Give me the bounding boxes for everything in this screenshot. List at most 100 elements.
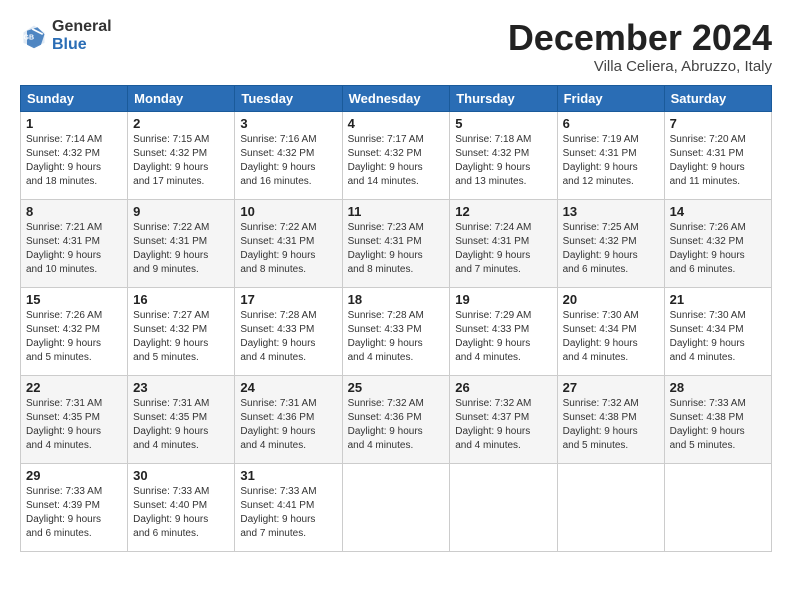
table-row: 7 Sunrise: 7:20 AMSunset: 4:31 PMDayligh… <box>664 111 771 199</box>
day-number: 23 <box>133 380 229 395</box>
calendar-week-row: 15 Sunrise: 7:26 AMSunset: 4:32 PMDaylig… <box>21 287 772 375</box>
day-number: 3 <box>240 116 336 131</box>
table-row: 13 Sunrise: 7:25 AMSunset: 4:32 PMDaylig… <box>557 199 664 287</box>
day-number: 26 <box>455 380 551 395</box>
day-number: 27 <box>563 380 659 395</box>
day-number: 30 <box>133 468 229 483</box>
table-row: 4 Sunrise: 7:17 AMSunset: 4:32 PMDayligh… <box>342 111 450 199</box>
day-info: Sunrise: 7:26 AMSunset: 4:32 PMDaylight:… <box>670 222 746 275</box>
day-info: Sunrise: 7:31 AMSunset: 4:35 PMDaylight:… <box>133 398 209 451</box>
day-info: Sunrise: 7:20 AMSunset: 4:31 PMDaylight:… <box>670 134 746 187</box>
day-info: Sunrise: 7:32 AMSunset: 4:37 PMDaylight:… <box>455 398 531 451</box>
table-row: 9 Sunrise: 7:22 AMSunset: 4:31 PMDayligh… <box>128 199 235 287</box>
table-row: 11 Sunrise: 7:23 AMSunset: 4:31 PMDaylig… <box>342 199 450 287</box>
day-number: 13 <box>563 204 659 219</box>
calendar-week-row: 1 Sunrise: 7:14 AMSunset: 4:32 PMDayligh… <box>21 111 772 199</box>
day-info: Sunrise: 7:33 AMSunset: 4:41 PMDaylight:… <box>240 486 316 539</box>
svg-text:GB: GB <box>24 34 35 41</box>
day-info: Sunrise: 7:17 AMSunset: 4:32 PMDaylight:… <box>348 134 424 187</box>
logo-text: General Blue <box>52 18 112 53</box>
day-info: Sunrise: 7:24 AMSunset: 4:31 PMDaylight:… <box>455 222 531 275</box>
header-saturday: Saturday <box>664 85 771 111</box>
day-number: 10 <box>240 204 336 219</box>
day-info: Sunrise: 7:31 AMSunset: 4:35 PMDaylight:… <box>26 398 102 451</box>
logo-blue-text: Blue <box>52 36 112 54</box>
table-row <box>557 463 664 551</box>
day-number: 14 <box>670 204 766 219</box>
table-row: 27 Sunrise: 7:32 AMSunset: 4:38 PMDaylig… <box>557 375 664 463</box>
day-info: Sunrise: 7:33 AMSunset: 4:40 PMDaylight:… <box>133 486 209 539</box>
day-info: Sunrise: 7:22 AMSunset: 4:31 PMDaylight:… <box>240 222 316 275</box>
table-row: 10 Sunrise: 7:22 AMSunset: 4:31 PMDaylig… <box>235 199 342 287</box>
table-row: 26 Sunrise: 7:32 AMSunset: 4:37 PMDaylig… <box>450 375 557 463</box>
calendar-week-row: 8 Sunrise: 7:21 AMSunset: 4:31 PMDayligh… <box>21 199 772 287</box>
day-info: Sunrise: 7:22 AMSunset: 4:31 PMDaylight:… <box>133 222 209 275</box>
day-number: 29 <box>26 468 122 483</box>
day-number: 21 <box>670 292 766 307</box>
day-number: 11 <box>348 204 445 219</box>
table-row: 2 Sunrise: 7:15 AMSunset: 4:32 PMDayligh… <box>128 111 235 199</box>
day-info: Sunrise: 7:29 AMSunset: 4:33 PMDaylight:… <box>455 310 531 363</box>
table-row: 12 Sunrise: 7:24 AMSunset: 4:31 PMDaylig… <box>450 199 557 287</box>
day-number: 15 <box>26 292 122 307</box>
table-row <box>342 463 450 551</box>
day-info: Sunrise: 7:19 AMSunset: 4:31 PMDaylight:… <box>563 134 639 187</box>
day-info: Sunrise: 7:21 AMSunset: 4:31 PMDaylight:… <box>26 222 102 275</box>
logo: GB General Blue <box>20 18 112 53</box>
day-number: 22 <box>26 380 122 395</box>
table-row: 30 Sunrise: 7:33 AMSunset: 4:40 PMDaylig… <box>128 463 235 551</box>
day-info: Sunrise: 7:32 AMSunset: 4:38 PMDaylight:… <box>563 398 639 451</box>
header-friday: Friday <box>557 85 664 111</box>
title-block: December 2024 Villa Celiera, Abruzzo, It… <box>508 18 772 75</box>
day-info: Sunrise: 7:15 AMSunset: 4:32 PMDaylight:… <box>133 134 209 187</box>
header-tuesday: Tuesday <box>235 85 342 111</box>
table-row: 3 Sunrise: 7:16 AMSunset: 4:32 PMDayligh… <box>235 111 342 199</box>
day-number: 24 <box>240 380 336 395</box>
table-row: 25 Sunrise: 7:32 AMSunset: 4:36 PMDaylig… <box>342 375 450 463</box>
table-row: 23 Sunrise: 7:31 AMSunset: 4:35 PMDaylig… <box>128 375 235 463</box>
table-row: 8 Sunrise: 7:21 AMSunset: 4:31 PMDayligh… <box>21 199 128 287</box>
calendar-week-row: 29 Sunrise: 7:33 AMSunset: 4:39 PMDaylig… <box>21 463 772 551</box>
day-number: 31 <box>240 468 336 483</box>
day-info: Sunrise: 7:31 AMSunset: 4:36 PMDaylight:… <box>240 398 316 451</box>
table-row: 1 Sunrise: 7:14 AMSunset: 4:32 PMDayligh… <box>21 111 128 199</box>
day-number: 28 <box>670 380 766 395</box>
day-info: Sunrise: 7:27 AMSunset: 4:32 PMDaylight:… <box>133 310 209 363</box>
calendar-week-row: 22 Sunrise: 7:31 AMSunset: 4:35 PMDaylig… <box>21 375 772 463</box>
table-row: 15 Sunrise: 7:26 AMSunset: 4:32 PMDaylig… <box>21 287 128 375</box>
calendar-table: Sunday Monday Tuesday Wednesday Thursday… <box>20 85 772 552</box>
day-info: Sunrise: 7:28 AMSunset: 4:33 PMDaylight:… <box>240 310 316 363</box>
table-row: 17 Sunrise: 7:28 AMSunset: 4:33 PMDaylig… <box>235 287 342 375</box>
day-number: 12 <box>455 204 551 219</box>
header-sunday: Sunday <box>21 85 128 111</box>
table-row: 29 Sunrise: 7:33 AMSunset: 4:39 PMDaylig… <box>21 463 128 551</box>
header: GB General Blue December 2024 Villa Celi… <box>20 18 772 75</box>
table-row: 24 Sunrise: 7:31 AMSunset: 4:36 PMDaylig… <box>235 375 342 463</box>
day-info: Sunrise: 7:30 AMSunset: 4:34 PMDaylight:… <box>670 310 746 363</box>
month-title: December 2024 <box>508 18 772 58</box>
day-info: Sunrise: 7:18 AMSunset: 4:32 PMDaylight:… <box>455 134 531 187</box>
day-number: 18 <box>348 292 445 307</box>
table-row <box>450 463 557 551</box>
day-number: 19 <box>455 292 551 307</box>
day-info: Sunrise: 7:30 AMSunset: 4:34 PMDaylight:… <box>563 310 639 363</box>
table-row: 22 Sunrise: 7:31 AMSunset: 4:35 PMDaylig… <box>21 375 128 463</box>
logo-icon: GB <box>20 22 48 50</box>
day-info: Sunrise: 7:25 AMSunset: 4:32 PMDaylight:… <box>563 222 639 275</box>
table-row: 21 Sunrise: 7:30 AMSunset: 4:34 PMDaylig… <box>664 287 771 375</box>
day-number: 2 <box>133 116 229 131</box>
day-info: Sunrise: 7:14 AMSunset: 4:32 PMDaylight:… <box>26 134 102 187</box>
day-info: Sunrise: 7:32 AMSunset: 4:36 PMDaylight:… <box>348 398 424 451</box>
table-row: 20 Sunrise: 7:30 AMSunset: 4:34 PMDaylig… <box>557 287 664 375</box>
table-row: 6 Sunrise: 7:19 AMSunset: 4:31 PMDayligh… <box>557 111 664 199</box>
table-row: 5 Sunrise: 7:18 AMSunset: 4:32 PMDayligh… <box>450 111 557 199</box>
day-number: 5 <box>455 116 551 131</box>
logo-general-text: General <box>52 18 112 36</box>
page-container: GB General Blue December 2024 Villa Celi… <box>0 0 792 564</box>
day-info: Sunrise: 7:26 AMSunset: 4:32 PMDaylight:… <box>26 310 102 363</box>
day-number: 6 <box>563 116 659 131</box>
table-row: 19 Sunrise: 7:29 AMSunset: 4:33 PMDaylig… <box>450 287 557 375</box>
day-info: Sunrise: 7:28 AMSunset: 4:33 PMDaylight:… <box>348 310 424 363</box>
table-row: 16 Sunrise: 7:27 AMSunset: 4:32 PMDaylig… <box>128 287 235 375</box>
day-info: Sunrise: 7:16 AMSunset: 4:32 PMDaylight:… <box>240 134 316 187</box>
